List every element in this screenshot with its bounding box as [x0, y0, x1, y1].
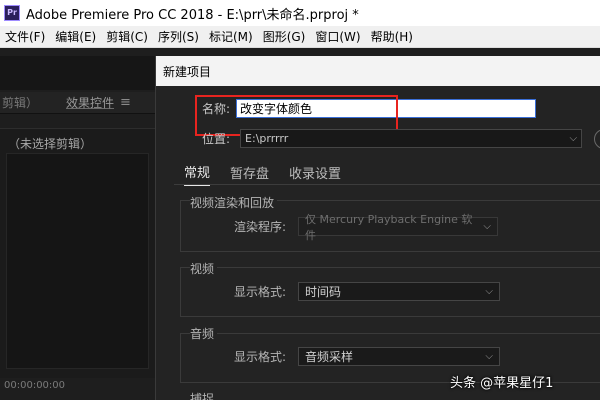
renderer-select[interactable]: 仅 Mercury Playback Engine 软件 ⌵ [298, 213, 498, 242]
video-format-label: 显示格式: [234, 285, 287, 299]
chevron-down-icon: ⌵ [485, 286, 493, 297]
tab-ingest-settings[interactable]: 收录设置 [289, 163, 341, 186]
tab-clip-source[interactable]: 剪辑） [0, 94, 66, 111]
video-format-select[interactable]: 时间码 ⌵ [298, 282, 500, 301]
new-project-dialog: 新建项目 名称: 改变字体颜色 位置: E:\prrrrr ⌵ 常规 暂存盘 收… [155, 56, 600, 400]
audio-format-select[interactable]: 音频采样 ⌵ [298, 347, 500, 366]
left-panel-tabs: 剪辑） 效果控件 ≡ [0, 92, 155, 114]
timecode-readout: 00:00:00:00 [4, 380, 66, 391]
audio-format-label: 显示格式: [234, 350, 287, 364]
watermark: 头条 @苹果星仔1 [450, 376, 554, 391]
browse-circle-icon[interactable] [594, 129, 600, 149]
location-value: E:\prrrrr [245, 132, 289, 145]
premiere-pro-icon: Pr [4, 5, 20, 21]
video-format-row: 显示格式: 时间码 ⌵ [234, 282, 500, 301]
chevron-down-icon: ⌵ [569, 133, 578, 144]
location-select[interactable]: E:\prrrrr ⌵ [240, 129, 583, 148]
dialog-title-bar: 新建项目 [156, 56, 600, 86]
effect-controls-area [6, 153, 149, 369]
renderer-row: 渲染程序: 仅 Mercury Playback Engine 软件 ⌵ [234, 213, 498, 242]
chevron-down-icon: ⌵ [483, 221, 491, 232]
tabs-divider [174, 184, 600, 185]
effect-controls-panel: （未选择剪辑） [0, 128, 155, 378]
audio-format-row: 显示格式: 音频采样 ⌵ [234, 347, 500, 366]
dialog-title: 新建项目 [163, 64, 212, 79]
menu-window[interactable]: 窗口(W) [310, 28, 365, 45]
video-title: 视频 [190, 260, 218, 277]
renderer-value: 仅 Mercury Playback Engine 软件 [305, 212, 473, 242]
menu-file[interactable]: 文件(F) [0, 28, 50, 45]
location-label: 位置: [202, 132, 231, 146]
menu-bar: 文件(F) 编辑(E) 剪辑(C) 序列(S) 标记(M) 图形(G) 窗口(W… [0, 26, 600, 48]
capture-title: 捕捉 [190, 390, 218, 400]
menu-help[interactable]: 帮助(H) [366, 28, 418, 45]
panel-menu-icon[interactable]: ≡ [120, 95, 131, 110]
menu-sequence[interactable]: 序列(S) [153, 28, 204, 45]
renderer-label: 渲染程序: [234, 220, 287, 234]
location-row: 位置: E:\prrrrr ⌵ [202, 129, 583, 148]
video-format-value: 时间码 [305, 285, 342, 299]
tab-scratch-disks[interactable]: 暂存盘 [230, 163, 269, 186]
tab-general[interactable]: 常规 [184, 162, 211, 186]
menu-marker[interactable]: 标记(M) [204, 28, 258, 45]
tab-effect-controls[interactable]: 效果控件 [66, 94, 114, 111]
menu-clip[interactable]: 剪辑(C) [101, 28, 153, 45]
audio-format-value: 音频采样 [305, 350, 354, 364]
chevron-down-icon: ⌵ [485, 351, 493, 362]
menu-graphics[interactable]: 图形(G) [258, 28, 311, 45]
no-clip-selected-label: （未选择剪辑） [8, 137, 93, 151]
window-title: Adobe Premiere Pro CC 2018 - E:\prr\未命名.… [26, 7, 359, 23]
left-toolbar-strip [0, 56, 155, 90]
video-render-title: 视频渲染和回放 [190, 194, 278, 211]
dialog-tabs: 常规 暂存盘 收录设置 [184, 162, 361, 186]
window-titlebar: Pr Adobe Premiere Pro CC 2018 - E:\prr\未… [0, 0, 600, 26]
audio-title: 音频 [190, 325, 218, 342]
menu-edit[interactable]: 编辑(E) [50, 28, 101, 45]
